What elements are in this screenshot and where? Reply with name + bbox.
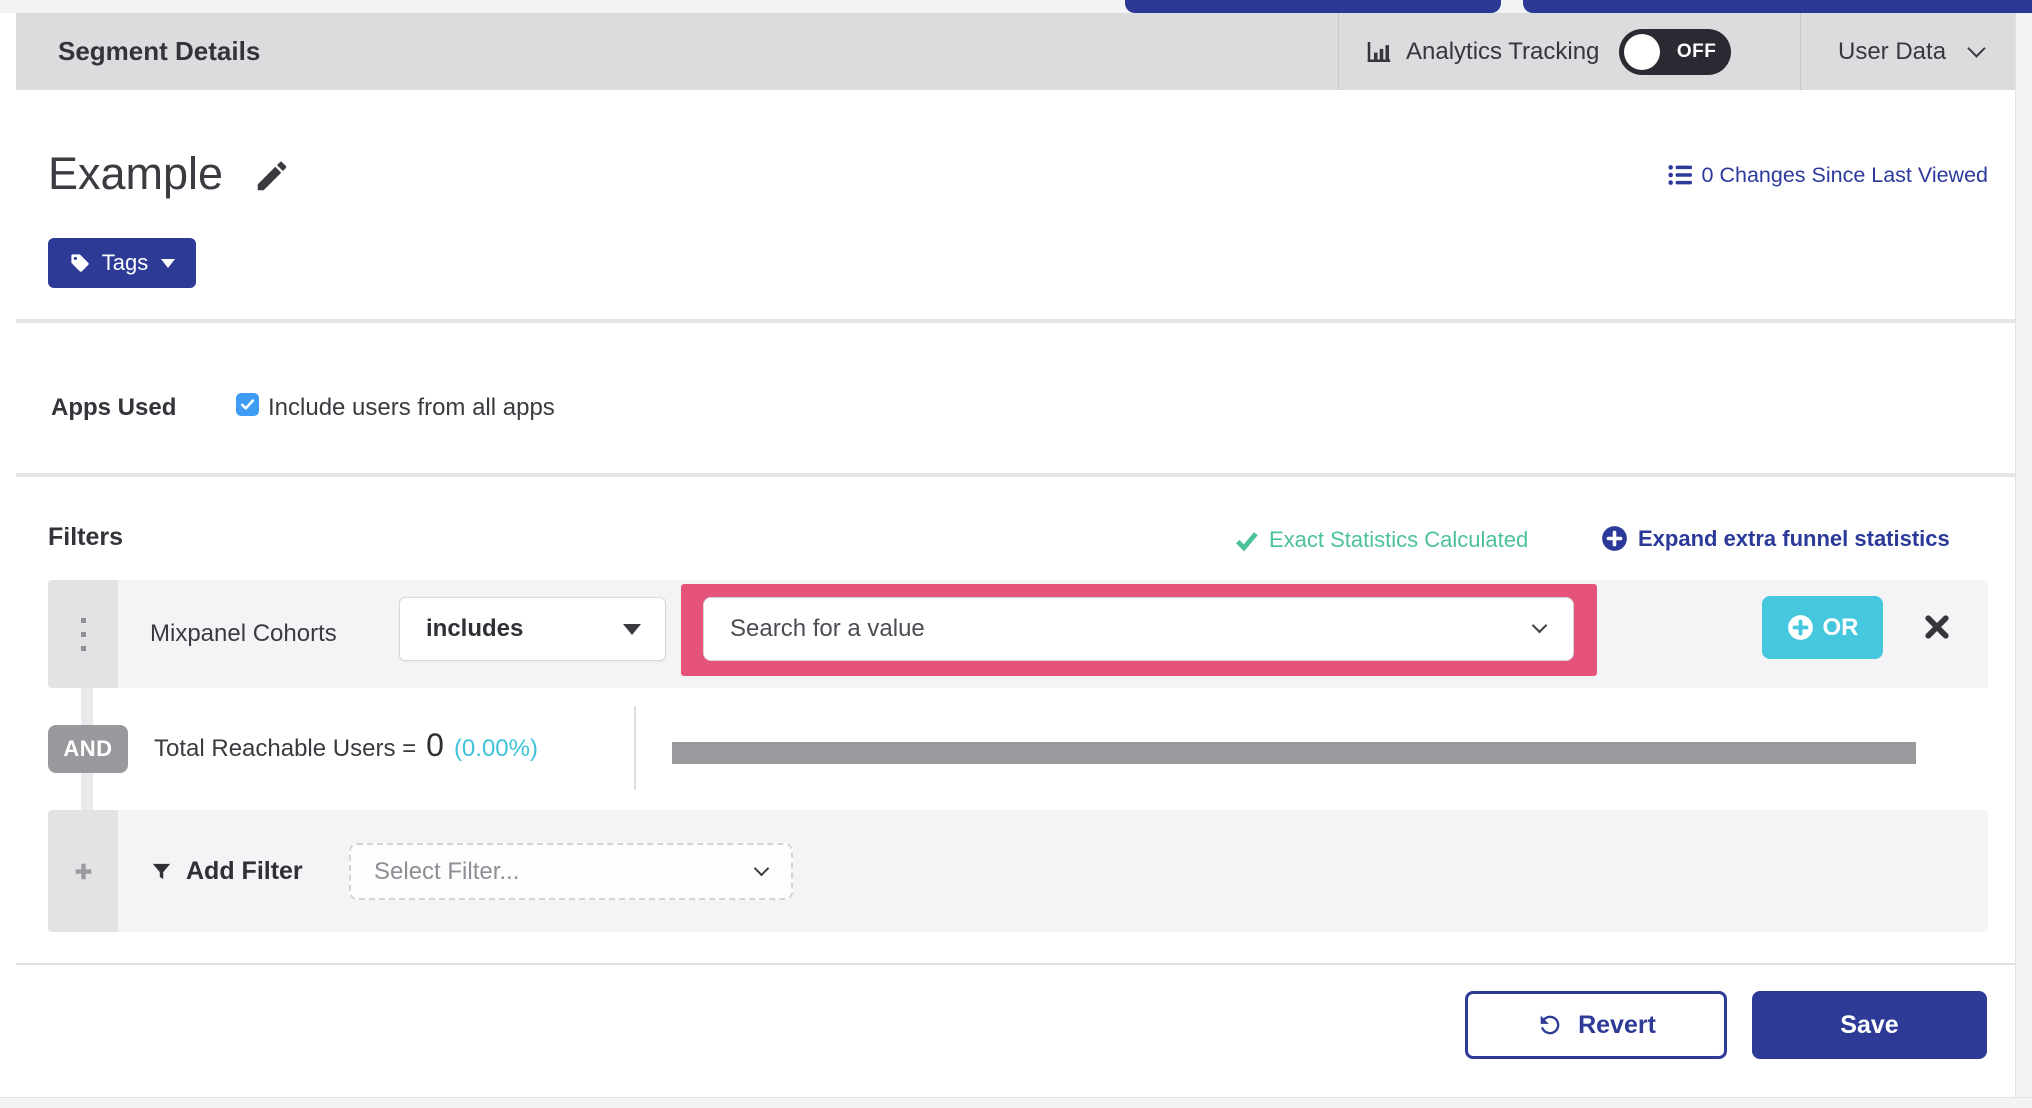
- drag-dot: [80, 617, 86, 623]
- value-search-select[interactable]: Search for a value: [703, 597, 1574, 661]
- plus-circle-icon: [1787, 615, 1813, 640]
- user-data-label: User Data: [1838, 37, 1947, 65]
- revert-button-label: Revert: [1578, 1010, 1656, 1039]
- tags-button-label: Tags: [101, 250, 149, 275]
- footer-divider: [16, 963, 2016, 965]
- drag-dot: [80, 631, 86, 637]
- chevron-down-icon: [1531, 617, 1548, 634]
- tags-button[interactable]: Tags: [48, 238, 196, 288]
- header-divider: [1800, 13, 1801, 90]
- chevron-down-icon: [1967, 38, 1986, 58]
- edit-name-button[interactable]: [253, 157, 291, 195]
- vertical-divider: [634, 706, 636, 790]
- tag-icon: [71, 254, 89, 272]
- bar-chart-icon: [1367, 41, 1391, 62]
- reachable-users-progress-bar: [672, 742, 1916, 764]
- filter-name-label: Mixpanel Cohorts: [150, 620, 337, 647]
- funnel-icon: [152, 863, 171, 879]
- add-or-button[interactable]: OR: [1762, 596, 1883, 659]
- segment-details-page: Segment Details Analytics Tracking OFF U…: [0, 0, 2032, 1108]
- expand-funnel-statistics-label: Expand extra funnel statistics: [1638, 525, 1950, 551]
- plus-circle-icon: [1602, 526, 1627, 551]
- filters-heading: Filters: [48, 523, 124, 551]
- apps-used-label: Apps Used: [51, 394, 177, 421]
- toggle-knob: [1624, 33, 1661, 70]
- list-icon: [1667, 165, 1692, 185]
- header-bar: Segment Details Analytics Tracking OFF U…: [16, 13, 2016, 90]
- include-all-apps-label: Include users from all apps: [268, 394, 555, 421]
- or-button-label: OR: [1822, 613, 1859, 641]
- header-divider: [1338, 13, 1339, 90]
- section-divider: [16, 473, 2016, 477]
- chevron-down-icon: [753, 860, 770, 876]
- page-right-gutter: [2015, 13, 2032, 1097]
- segment-name: Example: [48, 148, 224, 199]
- analytics-tracking-group: Analytics Tracking OFF: [1364, 13, 1732, 90]
- page-title: Segment Details: [58, 36, 261, 66]
- exact-statistics-status: Exact Statistics Calculated: [1234, 527, 1528, 553]
- include-all-apps-checkbox[interactable]: [236, 393, 259, 416]
- check-icon: [240, 399, 255, 410]
- changes-since-last-viewed-link[interactable]: 0 Changes Since Last Viewed: [1667, 162, 1988, 188]
- add-filter-row: [48, 810, 1988, 932]
- checkmark-icon: [1235, 531, 1258, 551]
- top-cutoff-button-left[interactable]: [1125, 0, 1501, 13]
- value-search-placeholder: Search for a value: [730, 615, 925, 642]
- drag-dot: [80, 645, 86, 651]
- select-filter-dropdown[interactable]: Select Filter...: [349, 843, 793, 900]
- add-filter-label-group: Add Filter: [150, 810, 303, 932]
- caret-down-icon: [161, 258, 176, 268]
- reachable-users-label: Total Reachable Users =: [154, 735, 417, 762]
- close-icon: [1925, 615, 1949, 639]
- and-conjunction-badge: AND: [48, 725, 128, 773]
- save-button-label: Save: [1840, 1010, 1899, 1039]
- top-cutoff-button-right[interactable]: [1523, 0, 2032, 13]
- user-data-dropdown[interactable]: User Data: [1838, 13, 1986, 90]
- add-filter-plus-strip[interactable]: [48, 810, 118, 932]
- pencil-icon: [257, 161, 287, 191]
- changes-link-label: 0 Changes Since Last Viewed: [1701, 162, 1988, 187]
- operator-select[interactable]: includes: [399, 597, 666, 661]
- exact-statistics-label: Exact Statistics Calculated: [1269, 527, 1529, 552]
- remove-filter-button[interactable]: [1922, 612, 1952, 642]
- section-divider: [16, 319, 2016, 323]
- analytics-tracking-toggle[interactable]: OFF: [1619, 28, 1732, 75]
- revert-button[interactable]: Revert: [1465, 991, 1727, 1059]
- reachable-users-percent: (0.00%): [453, 735, 538, 762]
- save-button[interactable]: Save: [1752, 991, 1987, 1059]
- operator-value: includes: [426, 615, 524, 642]
- select-filter-placeholder: Select Filter...: [374, 857, 520, 885]
- page-bottom-gutter: [0, 1097, 2032, 1108]
- plus-icon: [75, 863, 91, 879]
- caret-down-icon: [623, 623, 641, 635]
- add-filter-label: Add Filter: [186, 856, 303, 885]
- expand-funnel-statistics-link[interactable]: Expand extra funnel statistics: [1601, 525, 1950, 552]
- total-reachable-users: Total Reachable Users = 0 (0.00%): [154, 727, 538, 764]
- reachable-users-value: 0: [426, 727, 444, 763]
- analytics-tracking-label: Analytics Tracking: [1406, 37, 1600, 65]
- drag-handle[interactable]: [48, 580, 118, 688]
- revert-icon: [1540, 1015, 1560, 1035]
- toggle-state-label: OFF: [1676, 40, 1717, 62]
